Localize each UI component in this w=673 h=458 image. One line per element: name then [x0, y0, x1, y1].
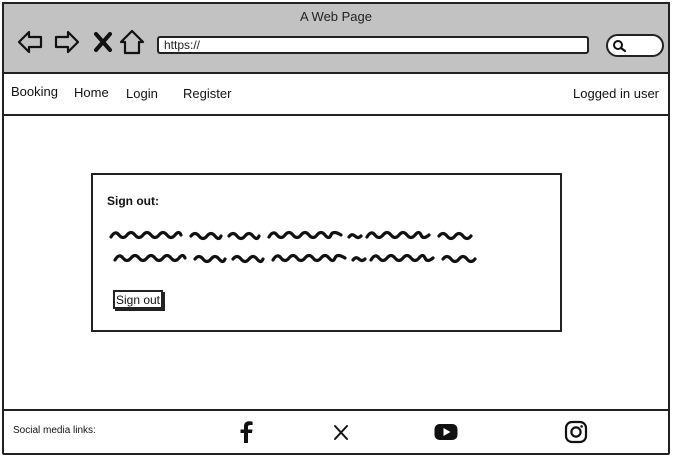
forward-arrow-icon[interactable] [53, 28, 81, 56]
youtube-icon[interactable] [433, 419, 459, 445]
x-icon[interactable] [328, 419, 354, 445]
logged-in-user-status[interactable]: Logged in user [573, 86, 659, 101]
browser-search-box[interactable] [606, 34, 664, 57]
facebook-icon[interactable] [233, 419, 259, 445]
top-navigation: Booking Home Login Register Logged in us… [2, 74, 670, 116]
search-icon [613, 40, 627, 53]
sign-out-button[interactable]: Sign out [113, 290, 163, 309]
nav-link-login[interactable]: Login [126, 86, 158, 101]
back-arrow-icon[interactable] [16, 28, 44, 56]
sign-out-panel: Sign out: Sign out [91, 173, 562, 332]
placeholder-text-line [113, 253, 477, 264]
footer: Social media links: [2, 409, 670, 455]
nav-link-register[interactable]: Register [183, 86, 231, 101]
home-icon[interactable] [118, 28, 146, 56]
placeholder-text-line [109, 230, 473, 241]
instagram-icon[interactable] [563, 419, 589, 445]
panel-title: Sign out: [107, 194, 159, 208]
browser-chrome: A Web Page https:// [2, 2, 670, 74]
window-title: A Web Page [299, 9, 373, 24]
close-icon[interactable] [90, 28, 118, 56]
nav-link-home[interactable]: Home [74, 85, 109, 100]
address-bar[interactable]: https:// [157, 36, 589, 54]
social-media-label: Social media links: [13, 425, 96, 436]
nav-link-booking[interactable]: Booking [11, 84, 58, 99]
